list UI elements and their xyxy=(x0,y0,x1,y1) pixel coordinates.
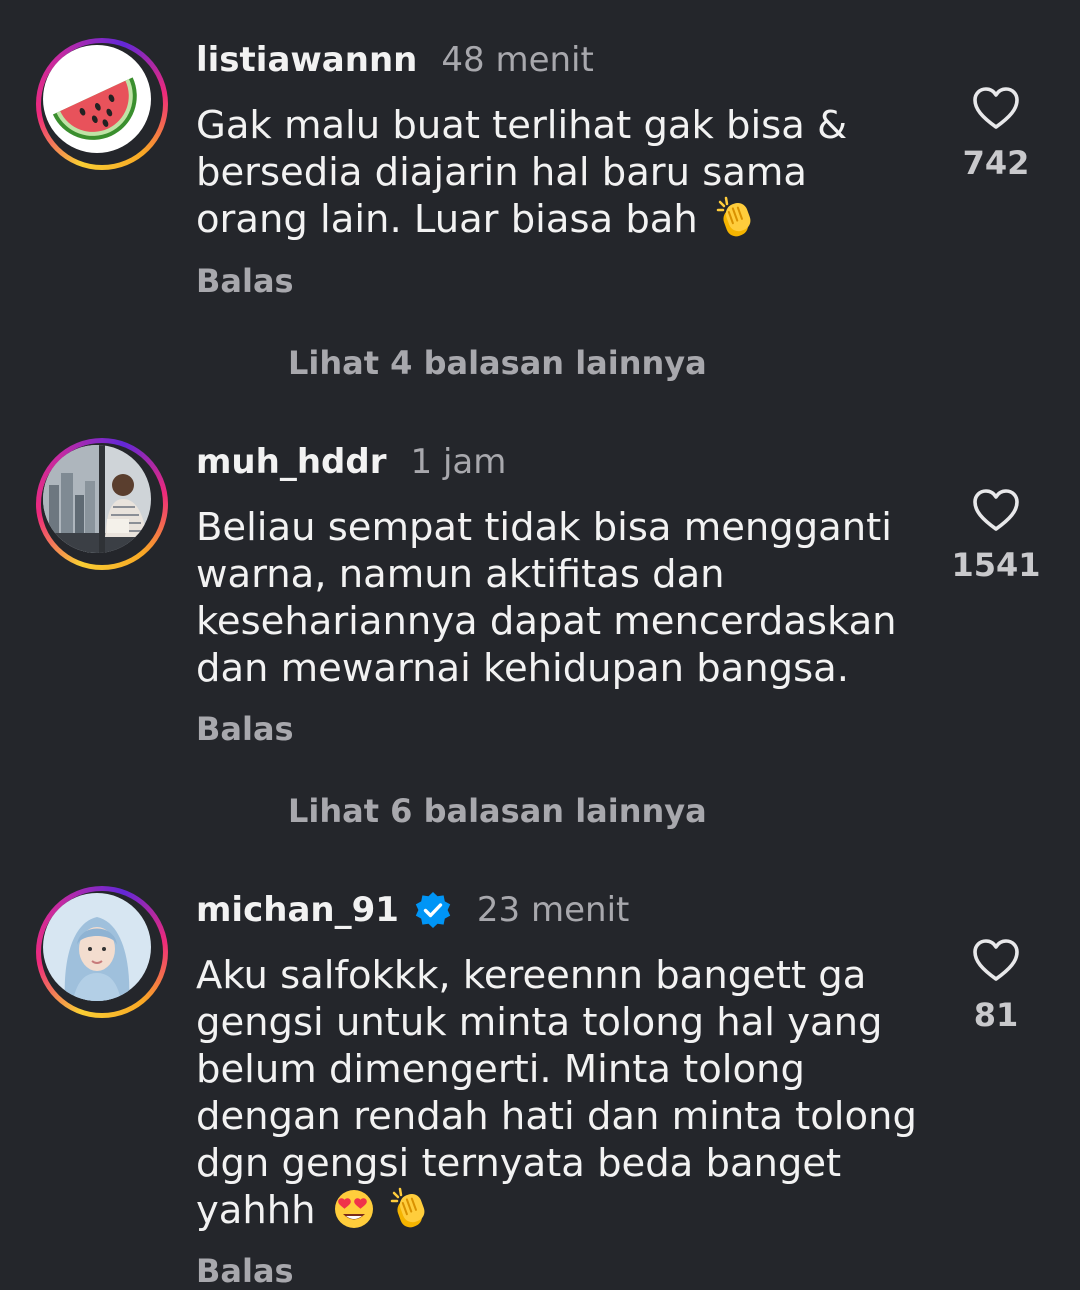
username[interactable]: michan_91 xyxy=(196,890,399,930)
view-more-replies[interactable]: Lihat 4 balasan lainnya xyxy=(288,344,707,382)
woman-hijab-avatar-image xyxy=(43,893,151,1001)
reply-button[interactable]: Balas xyxy=(196,710,294,748)
comment-header: listiawannn 48 menit xyxy=(196,40,594,80)
timestamp: 48 menit xyxy=(441,40,594,80)
like-button[interactable]: 742 xyxy=(950,86,1042,182)
reply-button[interactable]: Balas xyxy=(196,262,294,300)
comment-text: Gak malu buat terlihat gak bisa & bersed… xyxy=(196,103,848,242)
person-by-window-avatar-image xyxy=(43,445,151,553)
like-count: 81 xyxy=(973,996,1019,1034)
watermelon-avatar-image xyxy=(43,45,151,153)
reply-button[interactable]: Balas xyxy=(196,1252,294,1290)
timestamp: 23 menit xyxy=(476,890,630,930)
avatar[interactable] xyxy=(36,438,168,570)
heart-outline-icon xyxy=(973,87,1019,129)
like-count: 1541 xyxy=(951,546,1041,584)
like-button[interactable]: 1541 xyxy=(950,488,1042,584)
username[interactable]: muh_hddr xyxy=(196,442,387,482)
avatar[interactable] xyxy=(36,38,168,170)
heart-outline-icon xyxy=(973,489,1019,531)
heart-outline-icon xyxy=(973,939,1019,981)
heart-eyes-emoji-icon xyxy=(334,1190,373,1228)
view-more-replies[interactable]: Lihat 6 balasan lainnya xyxy=(288,792,707,830)
comment-text: Beliau sempat tidak bisa mengganti warna… xyxy=(196,505,897,691)
verified-badge-icon xyxy=(415,892,451,928)
comment-header: michan_91 23 menit xyxy=(196,890,629,930)
like-button[interactable]: 81 xyxy=(950,938,1042,1034)
comment-header: muh_hddr 1 jam xyxy=(196,442,506,482)
timestamp: 1 jam xyxy=(410,442,507,482)
username[interactable]: listiawannn xyxy=(196,40,417,80)
clapping-hands-emoji-icon xyxy=(716,196,751,237)
clapping-hands-emoji-icon xyxy=(390,1187,425,1228)
like-count: 742 xyxy=(962,144,1030,182)
avatar[interactable] xyxy=(36,886,168,1018)
comment-text: Aku salfokkk, kereennn bangett ga gengsi… xyxy=(196,953,917,1233)
